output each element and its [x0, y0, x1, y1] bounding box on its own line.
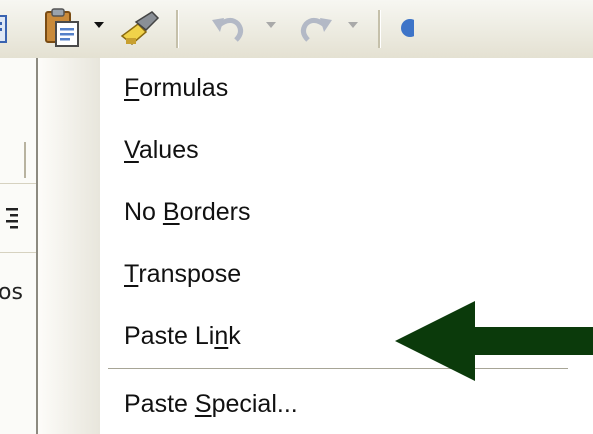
menu-item-transpose[interactable]: Transpose	[124, 248, 241, 300]
menu-item-values[interactable]: Values	[124, 124, 199, 176]
menu-item-label: pecial...	[211, 390, 298, 418]
menu-item-accelerator: T	[124, 260, 139, 288]
paste-button[interactable]	[40, 6, 84, 52]
menu-item-accelerator: V	[124, 136, 139, 164]
pointer-arrow-icon	[395, 301, 593, 381]
align-right-icon[interactable]	[4, 206, 20, 232]
paste-dropdown-arrow-icon[interactable]	[94, 20, 104, 30]
paste-icon	[45, 8, 79, 47]
menu-icon-gutter	[38, 58, 100, 434]
menu-item-accelerator: S	[194, 390, 212, 418]
menu-item-label: alues	[138, 136, 199, 164]
menu-item-accelerator: n	[214, 322, 229, 350]
undo-dropdown-arrow-icon[interactable]	[266, 20, 276, 30]
toolbar-separator	[378, 10, 381, 48]
partial-toolbar-icon[interactable]	[0, 6, 12, 52]
menu-item-formulas[interactable]: Formulas	[124, 62, 228, 114]
formatting-toolbar-fragment: os	[0, 58, 36, 434]
divider	[0, 183, 36, 184]
toolbar-separator	[176, 10, 179, 48]
redo-icon	[300, 18, 332, 42]
undo-button[interactable]	[208, 6, 252, 52]
redo-button[interactable]	[292, 6, 336, 52]
menu-item-label: ranspose	[138, 260, 242, 288]
menu-item-paste-link[interactable]: Paste Link	[124, 310, 241, 362]
format-painter-icon	[120, 11, 160, 45]
toolbar-separator	[24, 142, 26, 178]
menu-item-label: Paste	[124, 390, 195, 418]
menu-item-paste-special[interactable]: Paste Special...	[124, 378, 298, 430]
undo-icon	[212, 18, 244, 42]
menu-item-label: orders	[179, 198, 251, 226]
menu-item-accelerator: F	[124, 74, 140, 102]
partial-toolbar-icon[interactable]	[394, 6, 419, 52]
divider	[0, 252, 36, 253]
format-painter-button[interactable]	[118, 6, 162, 52]
partial-label: os	[0, 280, 23, 305]
redo-dropdown-arrow-icon[interactable]	[348, 20, 358, 30]
menu-item-label: Paste Li	[124, 322, 215, 350]
menu-item-label: ormulas	[139, 74, 229, 102]
standard-toolbar	[0, 0, 593, 58]
menu-item-label: k	[228, 322, 241, 350]
menu-item-accelerator: B	[162, 198, 180, 226]
menu-item-label: No	[124, 198, 163, 226]
menu-item-no-borders[interactable]: No Borders	[124, 186, 250, 238]
